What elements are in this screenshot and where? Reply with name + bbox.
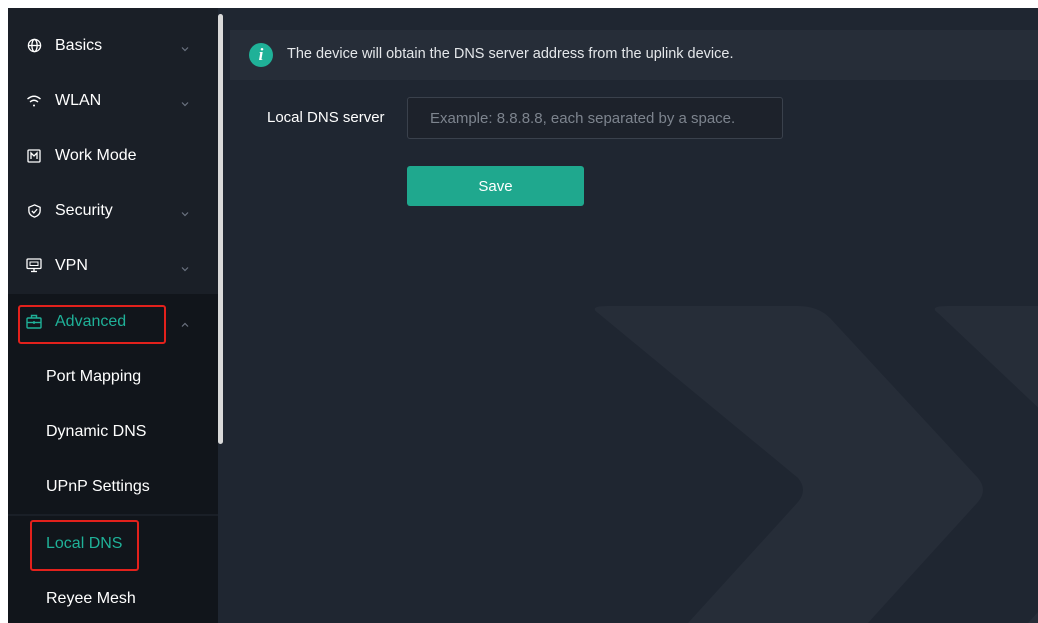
- sidebar-subitem-label: Port Mapping: [46, 367, 142, 385]
- local-dns-server-label: Local DNS server: [267, 109, 385, 126]
- save-button[interactable]: Save: [407, 166, 584, 206]
- sidebar-subitem-label: Reyee Mesh: [46, 589, 136, 607]
- sidebar-item-work-mode[interactable]: Work Mode: [8, 128, 218, 183]
- sidebar-subitem-label: Dynamic DNS: [46, 422, 147, 440]
- chevron-down-icon: [180, 96, 190, 106]
- sidebar-item-label: Basics: [55, 36, 103, 54]
- sidebar-item-label: Work Mode: [55, 146, 137, 164]
- sidebar-item-wlan[interactable]: WLAN: [8, 73, 218, 128]
- chevron-down-icon: [180, 206, 190, 216]
- sidebar-subitem-upnp-settings[interactable]: UPnP Settings: [8, 459, 218, 514]
- background-chevron-decoration: [594, 306, 1038, 623]
- sidebar-item-advanced[interactable]: Advanced: [8, 294, 218, 349]
- sidebar-subitem-reyee-mesh[interactable]: Reyee Mesh: [8, 571, 218, 623]
- local-dns-server-input[interactable]: [407, 97, 783, 139]
- sidebar-item-label: VPN: [55, 256, 88, 274]
- sidebar-item-security[interactable]: Security: [8, 183, 218, 238]
- info-banner: i The device will obtain the DNS server …: [230, 30, 1038, 80]
- globe-icon: [26, 38, 42, 54]
- info-icon: i: [249, 43, 273, 67]
- sidebar-scrollbar[interactable]: [218, 14, 223, 444]
- sidebar-subitem-label: UPnP Settings: [46, 477, 150, 495]
- sidebar-subitem-label: Local DNS: [46, 534, 123, 552]
- info-text: The device will obtain the DNS server ad…: [287, 46, 734, 62]
- app-frame: Basics WLAN Work Mode Security VPN Advan…: [8, 8, 1038, 623]
- sidebar-item-label: WLAN: [55, 91, 102, 109]
- chevron-down-icon: [180, 41, 190, 51]
- sidebar-subitem-port-mapping[interactable]: Port Mapping: [8, 349, 218, 404]
- shield-icon: [26, 203, 42, 219]
- wifi-icon: [26, 93, 42, 109]
- sidebar-item-label: Advanced: [55, 312, 127, 330]
- chevron-up-icon: [180, 317, 190, 327]
- sidebar-subitem-dynamic-dns[interactable]: Dynamic DNS: [8, 404, 218, 459]
- vpn-icon: [26, 258, 42, 274]
- sidebar: Basics WLAN Work Mode Security VPN Advan…: [8, 8, 218, 623]
- sidebar-subitem-local-dns[interactable]: Local DNS: [8, 516, 218, 571]
- sidebar-item-basics[interactable]: Basics: [8, 18, 218, 73]
- work-mode-icon: [26, 148, 42, 164]
- sidebar-item-label: Security: [55, 201, 113, 219]
- chevron-down-icon: [180, 261, 190, 271]
- toolbox-icon: [26, 314, 42, 330]
- sidebar-item-vpn[interactable]: VPN: [8, 238, 218, 293]
